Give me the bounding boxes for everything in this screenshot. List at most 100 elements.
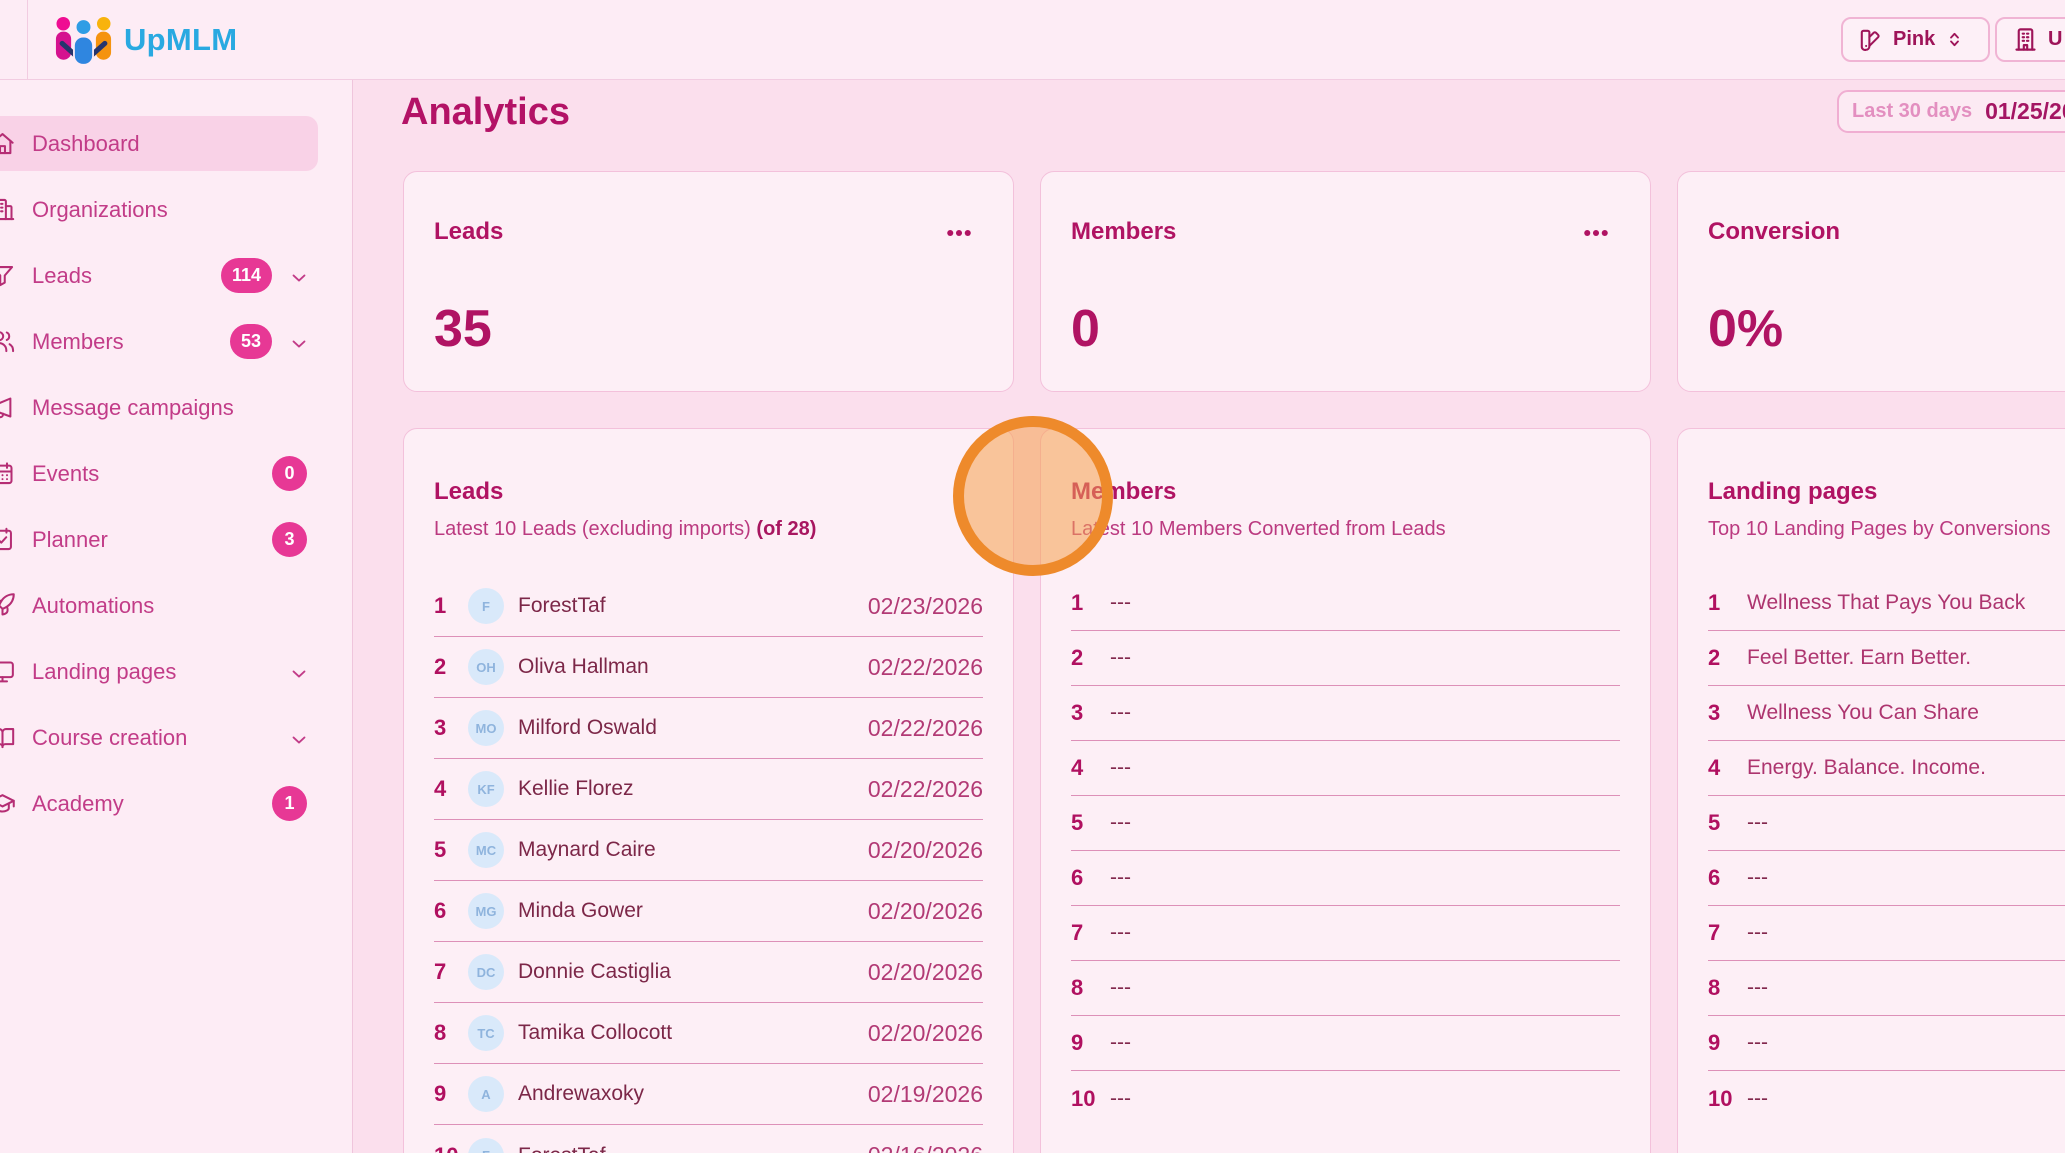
lead-name: Oliva Hallman	[518, 655, 649, 679]
list-card-title: Landing pages	[1708, 478, 1877, 506]
lead-date: 02/20/2026	[868, 837, 983, 864]
sidebar-item-planner[interactable]: Planner3	[0, 512, 352, 567]
chevron-down-icon[interactable]	[288, 663, 307, 682]
members-row[interactable]: 4 ---	[1071, 741, 1620, 796]
calendar-icon	[0, 460, 16, 487]
more-options-icon[interactable]	[1582, 219, 1610, 247]
members-row[interactable]: 9 ---	[1071, 1016, 1620, 1071]
row-value: ---	[1110, 646, 1131, 670]
landing-row[interactable]: 4 Energy. Balance. Income.	[1708, 741, 2065, 796]
lead-row[interactable]: 7 DC Donnie Castiglia 02/20/2026	[434, 942, 983, 1003]
sidebar-item-label: Automations	[32, 593, 154, 619]
row-rank: 2	[434, 654, 458, 680]
members-row[interactable]: 3 ---	[1071, 686, 1620, 741]
lead-row[interactable]: 3 MO Milford Oswald 02/22/2026	[434, 698, 983, 759]
sidebar-item-members[interactable]: Members53	[0, 314, 352, 369]
lead-row[interactable]: 9 A Andrewaxoky 02/19/2026	[434, 1064, 983, 1125]
landing-row[interactable]: 1 Wellness That Pays You Back	[1708, 576, 2065, 631]
members-row[interactable]: 7 ---	[1071, 906, 1620, 961]
lead-date: 02/20/2026	[868, 1020, 983, 1047]
lead-row[interactable]: 1 F ForestTaf 02/23/2026	[434, 576, 983, 637]
more-options-icon[interactable]	[945, 219, 973, 247]
members-row[interactable]: 8 ---	[1071, 961, 1620, 1016]
lead-date: 02/20/2026	[868, 898, 983, 925]
row-rank: 10	[434, 1143, 458, 1153]
lead-row[interactable]: 10 F ForestTaf 02/16/2026	[434, 1125, 983, 1153]
landing-row[interactable]: 5 ---	[1708, 796, 2065, 851]
avatar: MG	[468, 893, 504, 929]
landing-row[interactable]: 2 Feel Better. Earn Better.	[1708, 631, 2065, 686]
sidebar-item-organizations[interactable]: Organizations	[0, 182, 352, 237]
sidebar-item-label: Organizations	[32, 197, 168, 223]
lead-row[interactable]: 4 KF Kellie Florez 02/22/2026	[434, 759, 983, 820]
list-rows: 1 --- 2 --- 3 --- 4 --- 5 --- 6 --- 7 --…	[1071, 576, 1620, 1126]
chevron-down-icon[interactable]	[288, 729, 307, 748]
members-row[interactable]: 6 ---	[1071, 851, 1620, 906]
row-rank: 5	[434, 837, 458, 863]
date-range-filter[interactable]: Last 30 days 01/25/20	[1837, 90, 2065, 133]
row-rank: 5	[1071, 810, 1095, 836]
sidebar-item-leads[interactable]: Leads114	[0, 248, 352, 303]
lead-row[interactable]: 6 MG Minda Gower 02/20/2026	[434, 881, 983, 942]
avatar: KF	[468, 771, 504, 807]
row-rank: 1	[1071, 590, 1095, 616]
sidebar: Dashboard Organizations Leads114 Members53 M…	[0, 80, 353, 1153]
count-badge: 53	[230, 324, 272, 359]
sidebar-item-label: Dashboard	[32, 131, 140, 157]
row-rank: 9	[1071, 1030, 1095, 1056]
sidebar-item-academy[interactable]: Academy1	[0, 776, 352, 831]
sidebar-item-message-campaigns[interactable]: Message campaigns	[0, 380, 352, 435]
landing-row[interactable]: 3 Wellness You Can Share	[1708, 686, 2065, 741]
sidebar-item-course-creation[interactable]: Course creation	[0, 710, 352, 765]
row-value: ---	[1747, 1031, 1768, 1055]
avatar: TC	[468, 1015, 504, 1051]
sidebar-item-dashboard[interactable]: Dashboard	[0, 116, 318, 171]
avatar: A	[468, 1076, 504, 1112]
list-rows: 1 F ForestTaf 02/23/2026 2 OH Oliva Hall…	[434, 576, 983, 1153]
sidebar-item-label: Course creation	[32, 725, 187, 751]
sidebar-item-label: Academy	[32, 791, 124, 817]
chevron-down-icon[interactable]	[288, 333, 307, 352]
sidebar-item-events[interactable]: Events0	[0, 446, 352, 501]
lead-date: 02/19/2026	[868, 1081, 983, 1108]
upmlm-logo-icon	[52, 14, 115, 66]
sidebar-item-landing-pages[interactable]: Landing pages	[0, 644, 352, 699]
brand-logo[interactable]: UpMLM	[52, 15, 237, 65]
row-value: ---	[1747, 866, 1768, 890]
lead-row[interactable]: 2 OH Oliva Hallman 02/22/2026	[434, 637, 983, 698]
members-row[interactable]: 2 ---	[1071, 631, 1620, 686]
members-row[interactable]: 5 ---	[1071, 796, 1620, 851]
row-value: ---	[1110, 591, 1131, 615]
list-card-members: MembersLatest 10 Members Converted from …	[1040, 428, 1651, 1153]
landing-row[interactable]: 7 ---	[1708, 906, 2065, 961]
theme-select-button[interactable]: Pink	[1841, 17, 1990, 62]
stat-card-value: 35	[434, 299, 492, 359]
chevron-down-icon[interactable]	[288, 267, 307, 286]
planner-icon	[0, 526, 16, 553]
row-value: ---	[1110, 701, 1131, 725]
landing-row[interactable]: 9 ---	[1708, 1016, 2065, 1071]
chevrons-up-down-icon	[1944, 28, 1965, 51]
row-rank: 8	[434, 1020, 458, 1046]
landing-row[interactable]: 8 ---	[1708, 961, 2065, 1016]
sidebar-item-label: Message campaigns	[32, 395, 234, 421]
organization-button[interactable]: U	[1995, 17, 2065, 62]
list-card-subtitle: Latest 10 Members Converted from Leads	[1071, 518, 1446, 541]
row-rank: 6	[434, 898, 458, 924]
row-rank: 8	[1071, 975, 1095, 1001]
cap-icon	[0, 790, 16, 817]
lead-row[interactable]: 5 MC Maynard Caire 02/20/2026	[434, 820, 983, 881]
top-bar: UpMLM Pink U	[0, 0, 2065, 80]
members-row[interactable]: 1 ---	[1071, 576, 1620, 631]
landing-row[interactable]: 10 ---	[1708, 1071, 2065, 1126]
members-row[interactable]: 10 ---	[1071, 1071, 1620, 1126]
count-badge: 114	[221, 258, 272, 293]
lead-name: ForestTaf	[518, 594, 606, 618]
sidebar-item-automations[interactable]: Automations	[0, 578, 352, 633]
lead-row[interactable]: 8 TC Tamika Collocott 02/20/2026	[434, 1003, 983, 1064]
date-range-label: Last 30 days	[1852, 100, 1972, 123]
avatar: F	[468, 588, 504, 624]
row-rank: 3	[434, 715, 458, 741]
landing-row[interactable]: 6 ---	[1708, 851, 2065, 906]
row-rank: 7	[434, 959, 458, 985]
